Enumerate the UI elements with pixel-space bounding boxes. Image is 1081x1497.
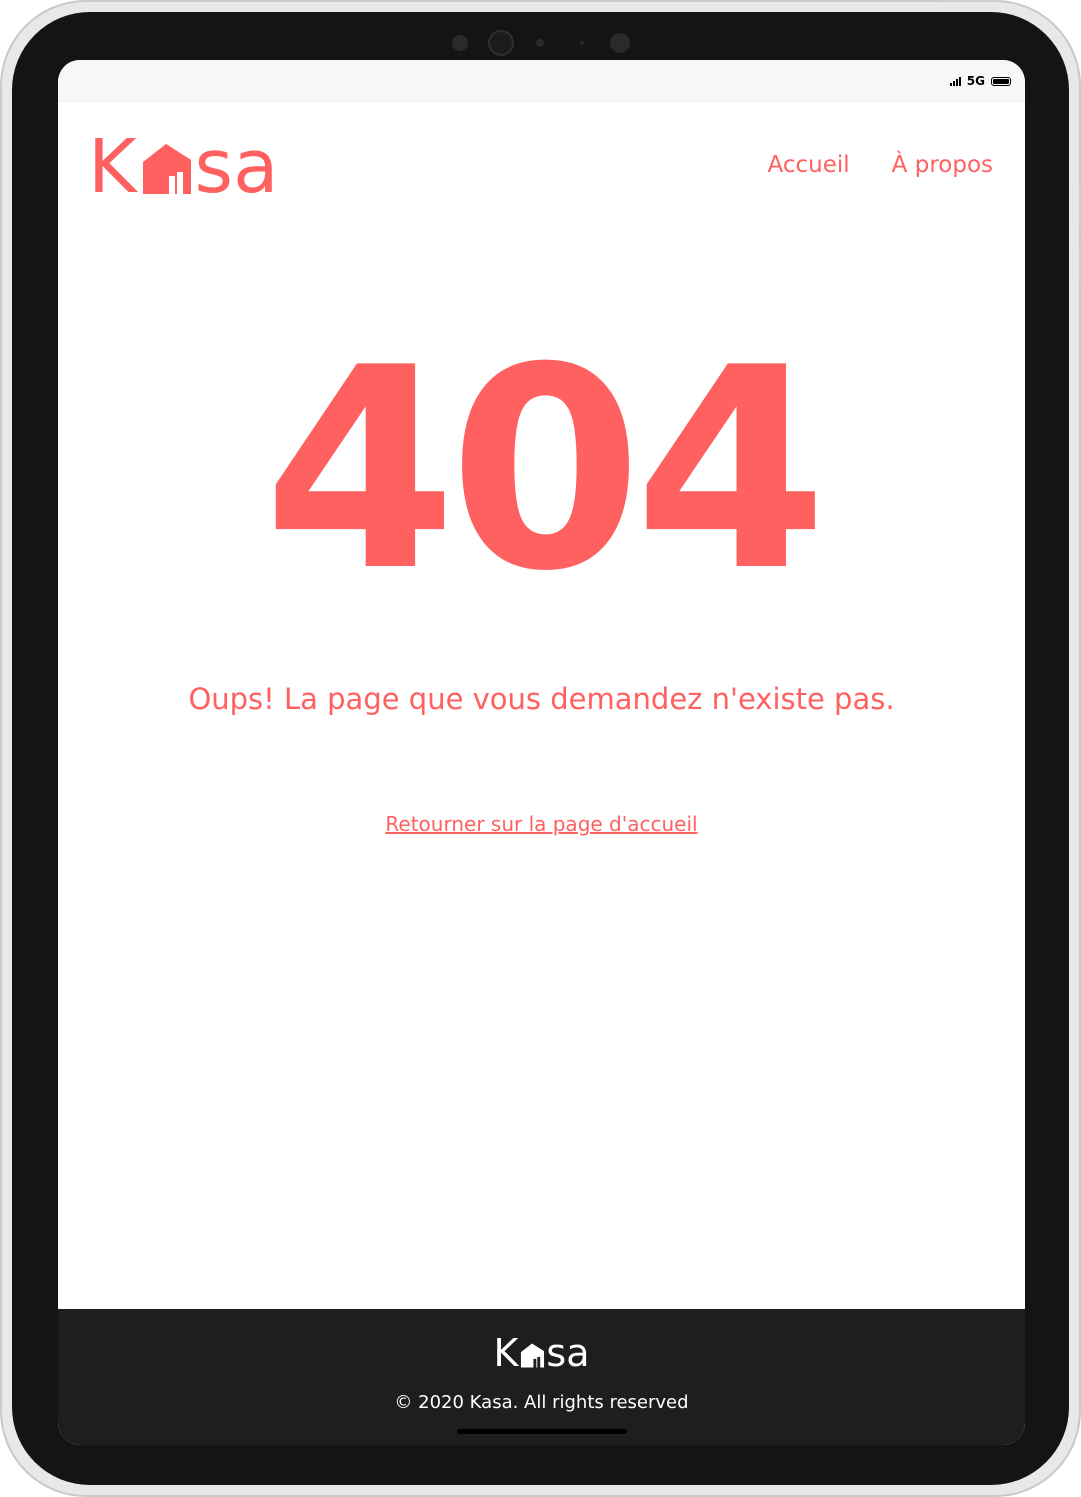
copyright-text: © 2020 Kasa. All rights reserved	[394, 1392, 689, 1413]
kasa-logo[interactable]: K sa	[88, 124, 278, 204]
nav-link-a-propos[interactable]: À propos	[892, 152, 993, 178]
logo-letter-k: K	[88, 124, 137, 210]
house-icon	[142, 144, 191, 194]
status-bar: 5G	[58, 60, 1025, 102]
house-icon	[521, 1343, 545, 1368]
site-header: K sa Accueil À propos	[58, 102, 1025, 232]
sensor-dot	[452, 35, 468, 51]
home-indicator[interactable]	[457, 1429, 627, 1434]
camera-sensors	[452, 28, 652, 58]
error-code: 404	[263, 308, 827, 632]
status-indicators: 5G	[949, 72, 1011, 90]
main-nav: Accueil À propos	[768, 152, 993, 178]
battery-icon	[991, 76, 1011, 86]
site-footer: K sa © 2020 Kasa. All rights reserved	[58, 1309, 1025, 1445]
home-link-wrapper: Retourner sur la page d'accueil	[58, 812, 1025, 836]
tablet-frame: 5G K sa Accueil À propos 404 Oups! La pa…	[0, 0, 1081, 1497]
top-button	[939, 0, 999, 2]
sensor-dot	[580, 41, 584, 45]
error-message: Oups! La page que vous demandez n'existe…	[188, 682, 895, 716]
screen: 5G K sa Accueil À propos 404 Oups! La pa…	[58, 60, 1025, 1445]
network-label: 5G	[966, 74, 985, 88]
signal-icon	[949, 76, 961, 86]
logo-letters-sa: sa	[546, 1331, 590, 1375]
camera-lens-icon	[488, 30, 514, 56]
return-home-link[interactable]: Retourner sur la page d'accueil	[385, 812, 697, 836]
logo-letters-sa: sa	[194, 124, 279, 210]
sensor-dot	[536, 39, 544, 47]
logo-letter-k: K	[493, 1331, 519, 1375]
sensor-dot	[610, 33, 630, 53]
nav-link-accueil[interactable]: Accueil	[768, 152, 850, 178]
footer-logo: K sa	[58, 1333, 1025, 1373]
